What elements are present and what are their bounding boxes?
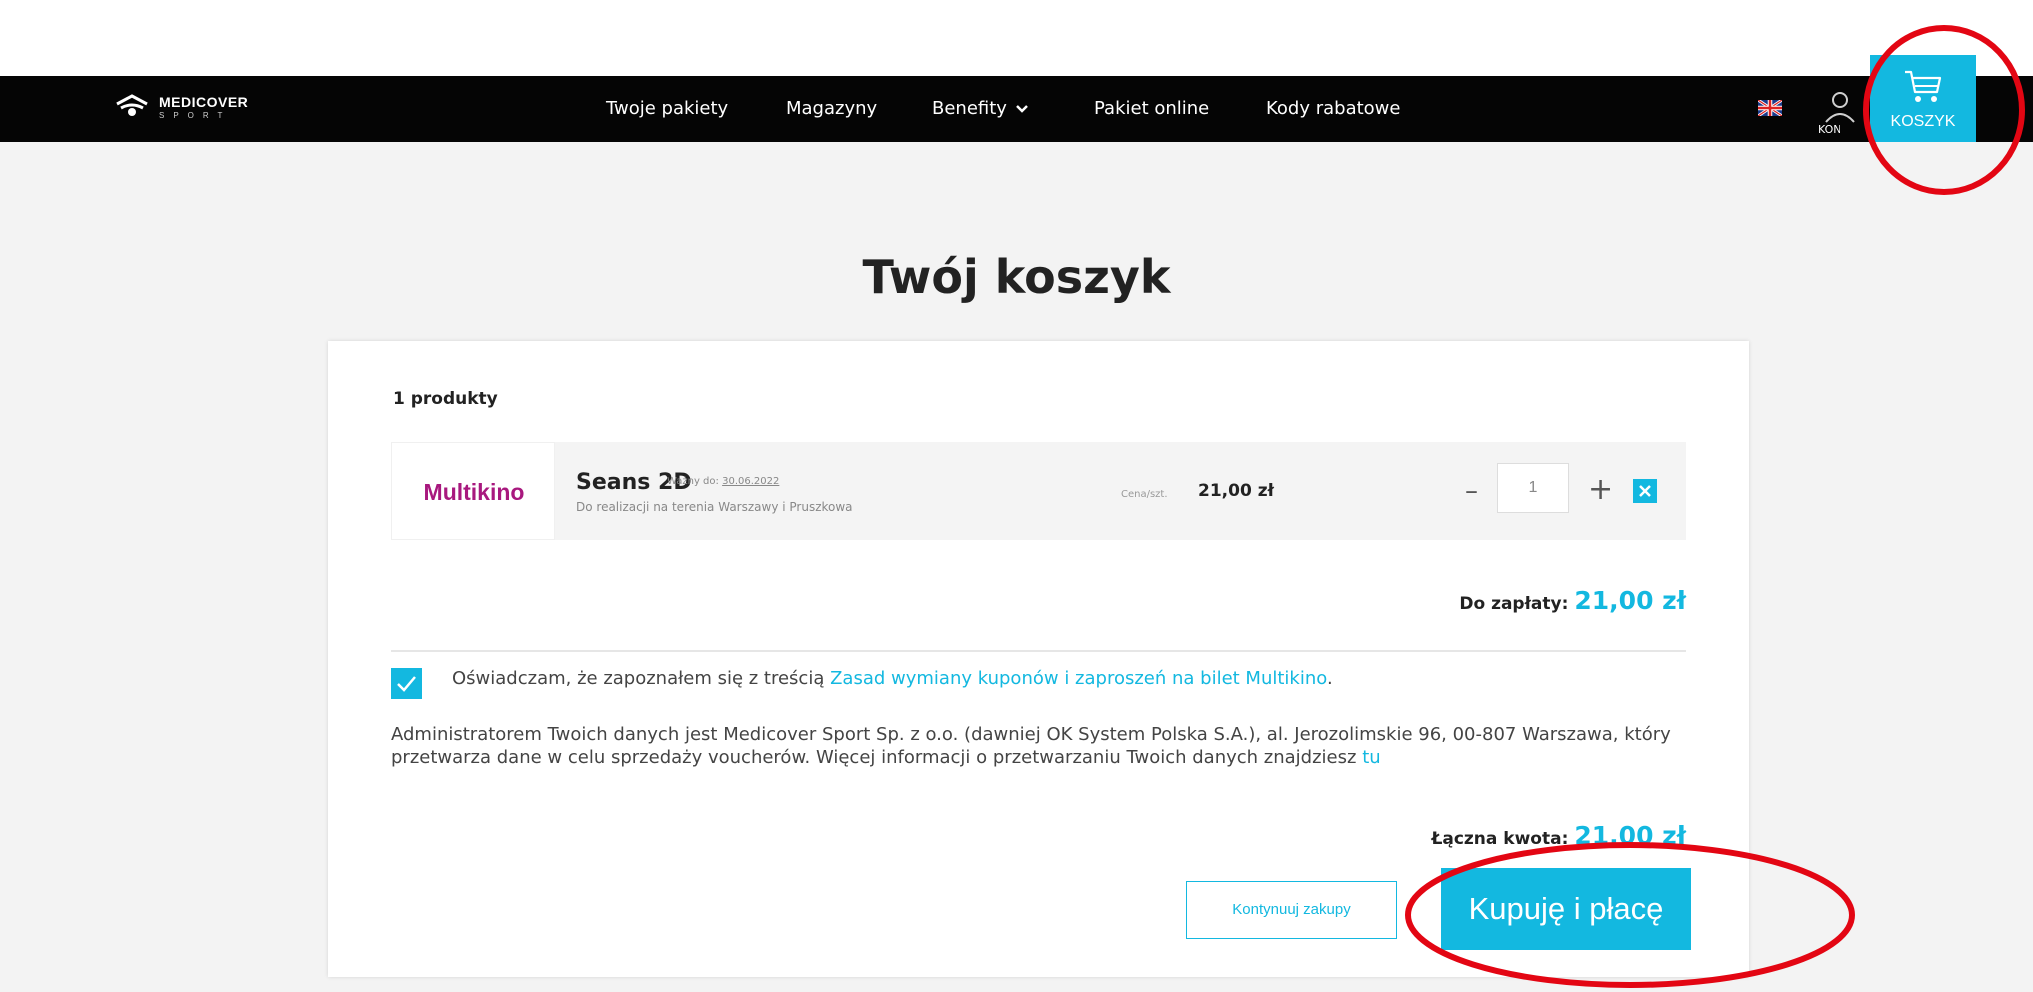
consent-label: Oświadczam, że zapoznałem się z treścią [452,668,825,689]
cart-item-row: Multikino Seans 2D Ważny do: 30.06.2022 … [391,442,1686,540]
total-amount: Łączna kwota: 21,00 zł [1431,821,1686,850]
nav-kody-rabatowe[interactable]: Kody rabatowe [1266,76,1400,142]
top-whitespace [0,0,2033,76]
medicover-logo-icon [116,94,148,116]
privacy-info-link[interactable]: tu [1362,747,1380,768]
remove-item-button[interactable] [1633,479,1657,503]
amount-due: Do zapłaty: 21,00 zł [1459,586,1686,615]
logo-sub: SPORT [159,110,232,120]
nav-pakiet-online[interactable]: Pakiet online [1094,76,1209,142]
continue-shopping-button[interactable]: Kontynuuj zakupy [1186,881,1397,939]
uk-flag-icon[interactable] [1758,100,1782,116]
nav-twoje-pakiety[interactable]: Twoje pakiety [606,76,728,142]
nav-benefity-label: Benefity [932,98,1007,119]
validity-label: Ważny do: [667,476,719,487]
cart-label: KOSZYK [1890,113,1956,130]
product-description: Do realizacji na terenia Warszawy i Prus… [576,500,853,514]
total-value: 21,00 zł [1574,821,1686,850]
amount-due-label: Do zapłaty: [1459,594,1569,614]
logo-brand: MEDICOVER [159,93,249,110]
quantity-input[interactable] [1497,463,1569,513]
account-label[interactable]: KONTO [1818,123,1840,136]
consent-text: Oświadczam, że zapoznałem się z treścią … [452,668,1333,689]
nav-magazyny[interactable]: Magazyny [786,76,877,142]
nav-benefity[interactable]: Benefity [932,76,1029,142]
amount-due-value: 21,00 zł [1574,586,1686,615]
data-admin-notice: Administratorem Twoich danych jest Medic… [391,723,1711,769]
chevron-down-icon [1016,105,1028,113]
increase-quantity-button[interactable]: + [1588,472,1613,507]
unit-price: 21,00 zł [1198,481,1274,501]
decrease-quantity-button[interactable]: – [1465,476,1478,506]
buy-and-pay-button[interactable]: Kupuję i płacę [1441,868,1691,950]
product-count: 1 produkty [393,389,498,409]
divider [391,650,1686,652]
product-logo: Multikino [391,442,555,540]
cart-button[interactable]: KOSZYK [1870,55,1976,142]
validity-date: 30.06.2022 [722,476,780,487]
page-title: Twój koszyk [862,250,1171,304]
product-validity: Ważny do: 30.06.2022 [667,476,779,487]
check-icon [397,676,416,692]
admin-text: Administratorem Twoich danych jest Medic… [391,724,1671,768]
medicover-logo[interactable]: MEDICOVER SPORT [115,94,248,120]
multikino-logo: Multikino [423,479,525,505]
consent-end: . [1326,668,1333,689]
unit-price-label: Cena/szt. [1121,489,1168,500]
cart-card: 1 produkty Multikino Seans 2D Ważny do: … [328,341,1749,977]
close-icon [1639,485,1651,497]
consent-checkbox[interactable] [391,668,422,699]
cart-icon [1905,70,1942,102]
logo-text: MEDICOVER SPORT [159,95,248,120]
main-navbar: MEDICOVER SPORT Twoje pakiety Magazyny B… [0,76,2033,142]
exchange-rules-link[interactable]: Zasad wymiany kuponów i zaproszeń na bil… [830,668,1327,689]
total-label: Łączna kwota: [1431,829,1569,849]
